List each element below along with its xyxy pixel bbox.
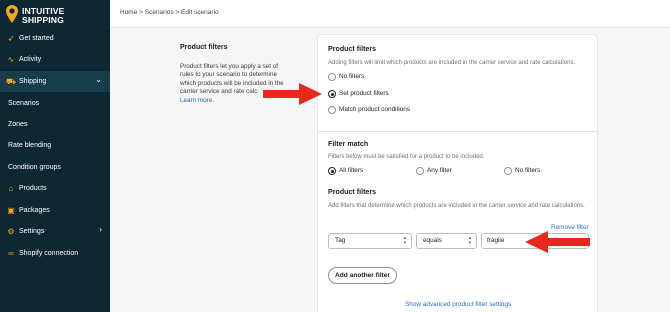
sidebar-item-label: Rate blending — [8, 142, 52, 149]
filter-match-heading: Filter match — [328, 140, 369, 148]
product-filters-heading: Product filters — [328, 45, 377, 53]
sidebar-item-label: Activity — [19, 56, 42, 63]
learn-more-link[interactable]: Learn more. — [180, 97, 214, 104]
filter-match-help: Filters below must be satisfied for a pr… — [328, 154, 485, 160]
sidebar-item-shipping[interactable]: ⛟ Shipping ⌄ — [0, 71, 110, 92]
truck-icon: ⛟ — [5, 76, 17, 86]
sidebar-item-condition-groups[interactable]: Condition groups — [0, 157, 110, 178]
radio-label-any-filter: Any filter — [427, 167, 452, 174]
select-arrows-icon: ▲ ▼ — [402, 235, 407, 245]
location-pin-icon — [6, 5, 18, 23]
sidebar-item-get-started[interactable]: ➶ Get started — [0, 28, 110, 49]
sidebar-item-activity[interactable]: ∿ Activity — [0, 49, 110, 70]
section-description-title: Product filters — [180, 44, 228, 51]
show-advanced-settings-link[interactable]: Show advanced product filter settings — [405, 301, 511, 308]
radio-all-filters[interactable] — [328, 167, 336, 175]
sidebar-item-label: Packages — [19, 207, 50, 214]
sidebar-item-label: Products — [19, 185, 47, 192]
filter-field-value: Tag — [335, 237, 346, 244]
sidebar-item-label: Get started — [19, 35, 54, 42]
radio-label-all-filters: All filters — [339, 167, 364, 174]
tag-icon: ⌂ — [8, 184, 14, 193]
radio-label-no-filters: No filters — [339, 73, 365, 80]
breadcrumb[interactable]: Home > Scenarios > Edit scenario — [120, 9, 219, 16]
filters-list-help: Add filters that determine which product… — [328, 203, 585, 209]
top-bar: Home > Scenarios > Edit scenario — [110, 0, 670, 28]
sidebar-item-label: Zones — [8, 121, 28, 128]
sidebar-item-label: Condition groups — [8, 164, 61, 171]
sidebar-item-label: Settings — [19, 228, 45, 235]
activity-icon: ∿ — [7, 55, 15, 64]
chevron-right-icon[interactable]: › — [99, 225, 102, 234]
radio-match-product-conditions[interactable] — [328, 106, 336, 114]
select-arrows-icon: ▲ ▼ — [467, 235, 472, 245]
sidebar-item-scenarios[interactable]: Scenarios — [0, 93, 110, 114]
radio-any-filter[interactable] — [416, 167, 424, 175]
card-divider — [318, 131, 597, 132]
sidebar-item-packages[interactable]: ▣ Packages — [0, 200, 110, 221]
filter-operator-value: equals — [423, 237, 442, 244]
package-icon: ▣ — [7, 206, 15, 215]
rocket-icon: ➶ — [7, 34, 15, 43]
radio-no-filters-match[interactable] — [504, 167, 512, 175]
red-arrow-icon — [525, 231, 590, 253]
radio-label-no-filters-match: No filters — [515, 167, 541, 174]
sidebar-item-rate-blending[interactable]: Rate blending — [0, 135, 110, 156]
product-filters-help: Adding filters will limit which products… — [328, 60, 576, 66]
link-icon: ∞ — [8, 249, 14, 258]
gear-icon: ⚙ — [7, 227, 15, 236]
sidebar-item-label: Shipping — [19, 78, 47, 85]
sidebar-item-label: Scenarios — [8, 100, 40, 107]
radio-label-match-product-conditions: Match product conditions — [339, 106, 411, 113]
logo-line2: SHIPPING — [22, 15, 64, 25]
sidebar-item-settings[interactable]: ⚙ Settings › — [0, 221, 110, 242]
chevron-down-icon[interactable]: ⌄ — [95, 75, 102, 84]
radio-set-product-filters[interactable] — [328, 90, 336, 98]
red-arrow-icon — [263, 83, 322, 105]
radio-label-set-product-filters: Set product filters — [339, 90, 389, 97]
filters-list-heading: Product filters — [328, 188, 377, 196]
add-another-filter-button[interactable]: Add another filter — [328, 267, 397, 284]
app-logo[interactable]: INTUITIVE SHIPPING — [4, 4, 108, 28]
radio-no-filters[interactable] — [328, 73, 336, 81]
sidebar-item-shopify-connection[interactable]: ∞ Shopify connection — [0, 243, 110, 264]
filter-operator-select[interactable]: equals ▲ ▼ — [416, 233, 477, 249]
sidebar-item-products[interactable]: ⌂ Products — [0, 178, 110, 199]
filter-field-select[interactable]: Tag ▲ ▼ — [328, 233, 412, 249]
sidebar-item-label: Shopify connection — [19, 250, 79, 257]
logo-text: INTUITIVE SHIPPING — [22, 7, 64, 25]
sidebar: INTUITIVE SHIPPING ➶ Get started ∿ Activ… — [0, 0, 110, 312]
sidebar-item-zones[interactable]: Zones — [0, 114, 110, 135]
